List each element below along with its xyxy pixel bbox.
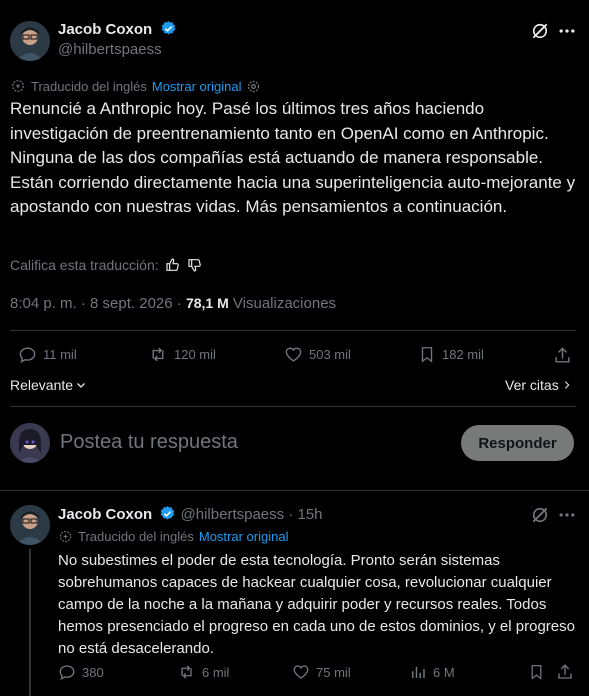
- thumbs-up-icon[interactable]: [165, 257, 181, 273]
- more-options-icon[interactable]: [557, 505, 577, 525]
- translation-notice: Traducido del inglés Mostrar original: [10, 78, 261, 94]
- more-options-icon[interactable]: [557, 21, 577, 41]
- like-count: 503 mil: [309, 347, 351, 362]
- retweet-action[interactable]: 120 mil: [148, 345, 216, 364]
- translate-icon: [58, 529, 73, 544]
- bookmark-count: 182 mil: [442, 347, 484, 362]
- views-action[interactable]: 6 M: [409, 663, 455, 681]
- reply-count: 380: [82, 664, 104, 680]
- thumbs-down-icon[interactable]: [187, 257, 203, 273]
- reply-time[interactable]: · 15h: [288, 506, 322, 523]
- user-avatar[interactable]: [10, 423, 50, 463]
- reply-author-name[interactable]: Jacob Coxon: [58, 506, 152, 523]
- translated-label: Traducido del inglés: [78, 529, 194, 544]
- translated-label: Traducido del inglés: [31, 78, 147, 94]
- share-icon[interactable]: [552, 345, 572, 365]
- views-label: Visualizaciones: [232, 295, 337, 312]
- settings-gear-icon[interactable]: [246, 79, 261, 94]
- rate-translation-label: Califica esta traducción:: [10, 257, 159, 273]
- retweet-count: 6 mil: [202, 664, 230, 680]
- like-action[interactable]: 503 mil: [284, 345, 351, 364]
- reply-translation-notice: Traducido del inglés Mostrar original: [58, 529, 288, 544]
- reply-action[interactable]: 11 mil: [18, 345, 77, 364]
- tweet-body: Renuncié a Anthropic hoy. Pasé los últim…: [10, 99, 576, 216]
- sort-label: Relevante: [10, 377, 74, 393]
- chevron-right-icon: [562, 379, 572, 391]
- reply-count: 11 mil: [43, 347, 77, 362]
- author-handle[interactable]: @hilbertspaess: [58, 41, 162, 58]
- divider: [10, 330, 576, 331]
- heart-icon: [284, 345, 303, 364]
- timestamp[interactable]: 8:04 p. m. · 8 sept. 2026 ·: [10, 295, 182, 312]
- bookmark-icon: [418, 345, 436, 364]
- grok-icon[interactable]: [530, 505, 550, 525]
- views-chart-icon: [409, 663, 427, 681]
- author-name[interactable]: Jacob Coxon: [58, 21, 152, 38]
- views-count: 6 M: [433, 664, 455, 680]
- timestamp-row: 8:04 p. m. · 8 sept. 2026 · 78,1 M Visua…: [10, 295, 336, 312]
- views-count: 78,1 M: [185, 295, 229, 311]
- sort-dropdown[interactable]: Relevante: [10, 377, 87, 393]
- author-avatar[interactable]: [10, 21, 50, 61]
- show-original-link[interactable]: Mostrar original: [199, 529, 289, 544]
- rate-translation: Califica esta traducción:: [10, 257, 203, 273]
- thread-line: [29, 549, 31, 696]
- grok-icon[interactable]: [530, 21, 550, 41]
- view-quotes-label: Ver citas: [505, 377, 559, 393]
- show-original-link[interactable]: Mostrar original: [152, 79, 242, 94]
- divider: [0, 490, 589, 491]
- share-icon[interactable]: [556, 663, 574, 681]
- reply-action[interactable]: 380: [58, 663, 104, 681]
- retweet-count: 120 mil: [174, 347, 216, 362]
- bookmark-action[interactable]: 182 mil: [418, 345, 484, 364]
- like-count: 75 mil: [316, 664, 351, 680]
- like-action[interactable]: 75 mil: [292, 663, 351, 681]
- reply-author-handle[interactable]: @hilbertspaess: [181, 506, 285, 523]
- chevron-down-icon: [75, 379, 87, 391]
- heart-icon: [292, 663, 310, 681]
- divider: [10, 406, 576, 407]
- reply-author-avatar[interactable]: [10, 505, 50, 545]
- verified-badge-icon: [159, 505, 176, 522]
- reply-input[interactable]: Postea tu respuesta: [60, 431, 238, 454]
- retweet-icon: [148, 345, 168, 364]
- retweet-icon: [177, 663, 196, 681]
- reply-body: No subestimes el poder de esta tecnologí…: [58, 552, 575, 657]
- reply-header: Jacob Coxon @hilbertspaess · 15h: [58, 505, 323, 523]
- bookmark-icon[interactable]: [527, 663, 545, 681]
- author-name-row: Jacob Coxon: [58, 20, 177, 39]
- reply-icon: [18, 345, 37, 364]
- translate-icon: [10, 78, 26, 94]
- reply-button[interactable]: Responder: [461, 425, 574, 461]
- reply-icon: [58, 663, 76, 681]
- retweet-action[interactable]: 6 mil: [177, 663, 229, 681]
- verified-badge-icon: [160, 20, 177, 37]
- view-quotes-link[interactable]: Ver citas: [505, 377, 572, 393]
